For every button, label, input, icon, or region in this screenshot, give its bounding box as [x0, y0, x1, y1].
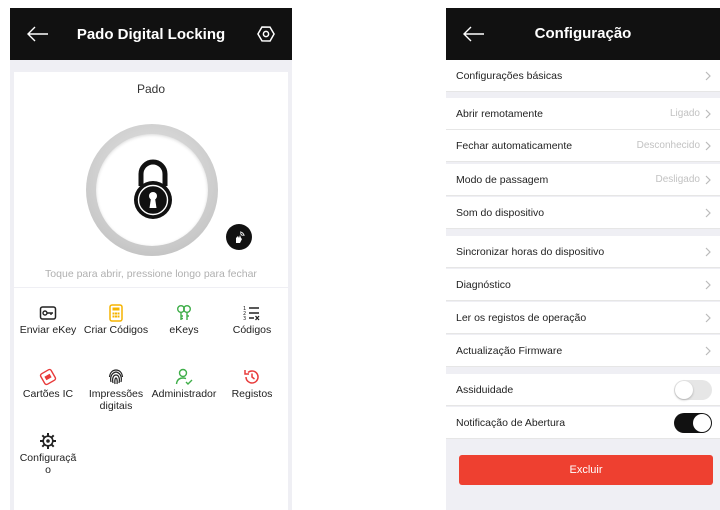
toggle-knob [675, 380, 693, 399]
chevron-right-icon [705, 313, 711, 322]
row-value: Desligado [655, 174, 700, 185]
grid-label: Criar Códigos [83, 324, 149, 336]
ekeys-icon [150, 302, 218, 324]
create-codes-icon [82, 302, 150, 324]
settings-row-unlock-notification: Notificação de Abertura [446, 407, 720, 439]
toggle-knob [693, 413, 711, 432]
settings-screen: Configuração Configurações básicas Abrir… [446, 8, 720, 510]
grid-label: Enviar eKey [19, 324, 77, 336]
send-ekey-icon [14, 302, 82, 324]
row-label: Modo de passagem [456, 173, 549, 186]
lock-card: Pado Toque para abrir, pressione longo p… [14, 72, 288, 287]
chevron-right-icon [705, 280, 711, 289]
ic-cards-icon [14, 366, 82, 388]
grid-item-codes[interactable]: 123 Códigos [218, 302, 286, 336]
settings-row-passage-mode[interactable]: Modo de passagem Desligado [446, 164, 720, 196]
grid-item-create-codes[interactable]: Criar Códigos [82, 302, 150, 336]
grid-label: eKeys [169, 324, 199, 336]
grid-label: Cartões IC [22, 388, 74, 400]
grid-item-ekeys[interactable]: eKeys [150, 302, 218, 336]
page-title: Pado Digital Locking [76, 25, 226, 43]
row-value: Desconhecido [636, 140, 700, 151]
grid-item-administrator[interactable]: Administrador [150, 366, 218, 400]
delete-button[interactable]: Excluir [459, 455, 713, 485]
settings-row-auto-lock[interactable]: Fechar automaticamente Desconhecido [446, 130, 720, 162]
chevron-right-icon [705, 175, 711, 184]
lock-hint-text: Toque para abrir, pressione longo para f… [45, 268, 257, 280]
lock-header: Pado Digital Locking [10, 8, 292, 60]
chevron-right-icon [705, 141, 711, 150]
row-label: Notificação de Abertura [456, 416, 566, 429]
row-label: Configurações básicas [456, 69, 563, 82]
settings-icon [14, 430, 82, 452]
row-label: Fechar automaticamente [456, 139, 573, 152]
chevron-right-icon [705, 71, 711, 80]
row-label: Sincronizar horas do dispositivo [456, 245, 605, 258]
records-icon [218, 366, 286, 388]
row-label: Actualização Firmware [456, 344, 563, 357]
grid-item-settings[interactable]: Configuração [14, 430, 82, 476]
grid-label: Impressões digitais [88, 388, 144, 412]
row-label: Assiduidade [456, 383, 514, 396]
svg-text:3: 3 [243, 316, 246, 321]
row-label: Ler os registos de operação [456, 311, 587, 324]
grid-label: Administrador [151, 388, 217, 400]
settings-row-device-sound[interactable]: Som do dispositivo [446, 197, 720, 229]
remote-unlock-button[interactable] [226, 224, 252, 250]
lock-screen: Pado Digital Locking Pado Toque para abr… [10, 8, 292, 510]
attendance-toggle[interactable] [674, 379, 712, 400]
settings-row-diagnostics[interactable]: Diagnóstico [446, 269, 720, 301]
settings-row-firmware-update[interactable]: Actualização Firmware [446, 335, 720, 367]
page-title: Configuração [534, 25, 632, 42]
chevron-right-icon [705, 346, 711, 355]
settings-row-remote-unlock[interactable]: Abrir remotamente Ligado [446, 98, 720, 130]
remote-hand-icon [236, 231, 245, 243]
unlock-notification-toggle[interactable] [674, 412, 712, 433]
grid-item-fingerprints[interactable]: Impressões digitais [82, 366, 150, 412]
fingerprint-icon [82, 366, 150, 388]
settings-row-attendance: Assiduidade [446, 374, 720, 406]
grid-item-records[interactable]: Registos [218, 366, 286, 400]
settings-row-basic[interactable]: Configurações básicas [446, 60, 720, 92]
unlock-button[interactable] [86, 124, 218, 256]
grid-label: Configuração [19, 452, 77, 476]
settings-row-sync-time[interactable]: Sincronizar horas do dispositivo [446, 236, 720, 268]
row-label: Abrir remotamente [456, 107, 543, 120]
grid-item-ic-cards[interactable]: Cartões IC [14, 366, 82, 400]
row-label: Som do dispositivo [456, 206, 545, 219]
lock-name: Pado [136, 82, 166, 96]
chevron-right-icon [705, 208, 711, 217]
unlock-button-inner [96, 134, 208, 246]
padlock-icon [134, 159, 172, 219]
grid-label: Códigos [232, 324, 272, 336]
administrator-icon [150, 366, 218, 388]
row-label: Diagnóstico [456, 278, 511, 291]
settings-hex-icon[interactable] [254, 22, 278, 46]
grid-item-send-ekey[interactable]: Enviar eKey [14, 302, 82, 336]
grid-label: Registos [231, 388, 273, 400]
settings-row-operation-logs[interactable]: Ler os registos de operação [446, 302, 720, 334]
chevron-right-icon [705, 109, 711, 118]
back-arrow-icon[interactable] [24, 20, 52, 48]
row-value: Ligado [669, 108, 700, 119]
codes-icon: 123 [218, 302, 286, 324]
feature-grid: Enviar eKey Criar Códigos eKeys 123 Códi… [14, 288, 288, 510]
settings-header: Configuração [446, 8, 720, 60]
chevron-right-icon [705, 247, 711, 256]
